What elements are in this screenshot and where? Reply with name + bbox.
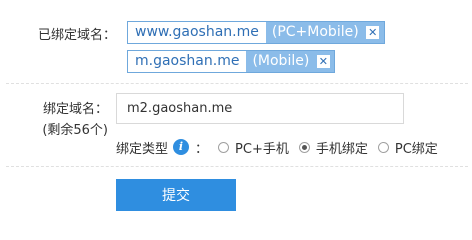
bound-domain-name: m.gaoshan.me — [128, 51, 247, 72]
remove-domain-button[interactable]: ✕ — [315, 51, 335, 72]
remove-domain-button[interactable]: ✕ — [364, 22, 384, 43]
radio-label: PC绑定 — [394, 141, 438, 157]
close-icon[interactable]: ✕ — [316, 55, 330, 68]
bind-type-row: 绑定类型 i ： PC+手机 手机绑定 PC绑定 — [116, 138, 438, 157]
remaining-count: (剩余56个) — [42, 123, 108, 138]
radio-button[interactable] — [377, 141, 389, 153]
section-divider — [6, 166, 468, 167]
bind-type-colon: ： — [195, 141, 209, 157]
radio-label: PC+手机 — [235, 141, 289, 157]
bind-domain-label: 绑定域名： — [42, 102, 108, 117]
section-divider — [6, 83, 468, 84]
bound-domains-label: 已绑定域名： — [37, 28, 116, 43]
radio-button[interactable] — [298, 141, 310, 153]
bound-domain-mode: (PC+Mobile) — [265, 22, 365, 43]
bound-domain-name: www.gaoshan.me — [128, 22, 266, 43]
radio-pc[interactable]: PC绑定 — [377, 138, 438, 157]
domain-input[interactable] — [116, 93, 404, 124]
close-icon[interactable]: ✕ — [366, 26, 380, 39]
bound-domain-mode: (Mobile) — [246, 51, 316, 72]
radio-mobile[interactable]: 手机绑定 — [298, 138, 368, 157]
bound-domain-tag: www.gaoshan.me (PC+Mobile) ✕ — [127, 21, 385, 44]
radio-label: 手机绑定 — [315, 141, 368, 157]
info-icon[interactable]: i — [173, 139, 190, 155]
submit-button[interactable]: 提交 — [116, 179, 236, 211]
bind-type-label: 绑定类型 — [116, 141, 169, 157]
bound-domain-tag: m.gaoshan.me (Mobile) ✕ — [127, 50, 336, 73]
radio-button[interactable] — [218, 141, 230, 153]
radio-pc-mobile[interactable]: PC+手机 — [218, 138, 289, 157]
